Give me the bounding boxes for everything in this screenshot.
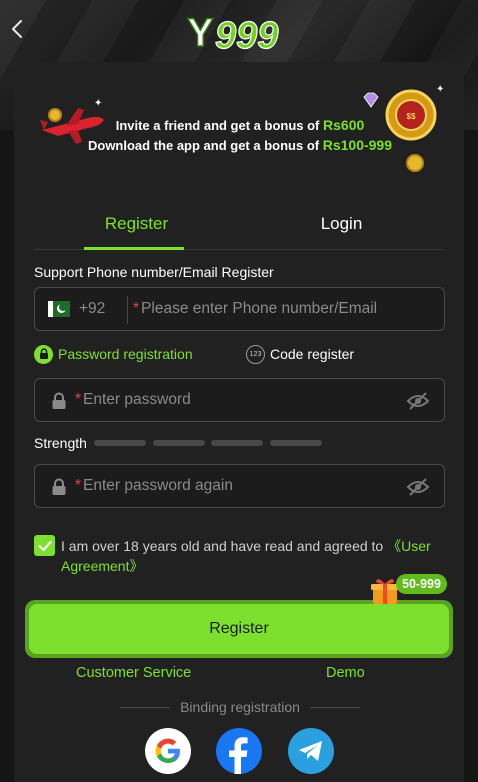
telegram-icon bbox=[299, 741, 322, 761]
field-divider bbox=[127, 296, 128, 324]
password-registration-option[interactable]: Password registration bbox=[34, 344, 193, 364]
binding-registration-label: Binding registration bbox=[180, 699, 300, 715]
svg-text:$$: $$ bbox=[407, 112, 416, 121]
chevron-left-icon bbox=[12, 20, 22, 38]
promo-banner: ✦ Invite a friend and get a bonus of Rs6… bbox=[34, 82, 446, 182]
strength-bar bbox=[153, 440, 205, 446]
phone-email-field[interactable]: +92 * Please enter Phone number/Email bbox=[34, 287, 445, 331]
auth-tabs: Register Login bbox=[34, 204, 444, 250]
lock-icon bbox=[52, 478, 66, 495]
lock-icon bbox=[34, 344, 53, 364]
phone-email-placeholder: * Please enter Phone number/Email bbox=[133, 300, 378, 317]
facebook-icon bbox=[229, 737, 248, 774]
tab-login[interactable]: Login bbox=[239, 204, 444, 250]
eye-off-icon[interactable] bbox=[406, 391, 430, 411]
country-code[interactable]: +92 bbox=[79, 288, 105, 330]
treasure-icon: $$ bbox=[385, 89, 437, 141]
agreement-text: I am over 18 years old and have read and… bbox=[61, 538, 431, 574]
coin-icon bbox=[406, 154, 424, 172]
strength-bar bbox=[211, 440, 263, 446]
section-title: Support Phone number/Email Register bbox=[34, 264, 274, 280]
demo-link[interactable]: Demo bbox=[326, 665, 365, 681]
bonus-badge: 50-999 bbox=[396, 574, 447, 594]
telegram-login-button[interactable] bbox=[288, 728, 334, 774]
register-button-label: Register bbox=[29, 604, 449, 654]
sparkle-icon: ✦ bbox=[436, 84, 445, 95]
password-field[interactable]: * Enter password bbox=[34, 378, 445, 422]
checkmark-icon bbox=[37, 540, 52, 551]
google-login-button[interactable] bbox=[145, 728, 191, 774]
customer-service-link[interactable]: Customer Service bbox=[76, 665, 191, 681]
svg-text:999: 999 bbox=[215, 15, 278, 54]
code-register-option[interactable]: 123 Code register bbox=[246, 344, 354, 364]
app-logo: Y 999 bbox=[185, 6, 291, 57]
strength-label: Strength bbox=[34, 435, 87, 451]
tab-register[interactable]: Register bbox=[34, 204, 239, 250]
sparkle-icon: ✦ bbox=[94, 98, 103, 109]
facebook-login-button[interactable] bbox=[216, 728, 262, 774]
agreement-checkbox[interactable] bbox=[34, 535, 55, 556]
confirm-password-placeholder: * Enter password again bbox=[75, 477, 233, 494]
svg-text:Y: Y bbox=[187, 11, 214, 54]
pakistan-flag-icon bbox=[48, 301, 70, 317]
google-icon bbox=[155, 738, 180, 763]
active-tab-indicator bbox=[84, 247, 184, 250]
binding-registration-divider: Binding registration bbox=[120, 699, 361, 715]
back-button[interactable] bbox=[6, 14, 28, 44]
lock-icon bbox=[52, 392, 66, 409]
password-placeholder: * Enter password bbox=[75, 391, 191, 408]
number-code-icon: 123 bbox=[246, 344, 265, 364]
code-register-label: Code register bbox=[270, 346, 355, 362]
register-button[interactable]: Register bbox=[25, 600, 453, 658]
diamond-icon bbox=[363, 92, 379, 108]
strength-bar bbox=[270, 440, 322, 446]
eye-off-icon[interactable] bbox=[406, 477, 430, 497]
password-registration-label: Password registration bbox=[58, 346, 193, 362]
strength-bar bbox=[94, 440, 146, 446]
confirm-password-field[interactable]: * Enter password again bbox=[34, 464, 445, 508]
